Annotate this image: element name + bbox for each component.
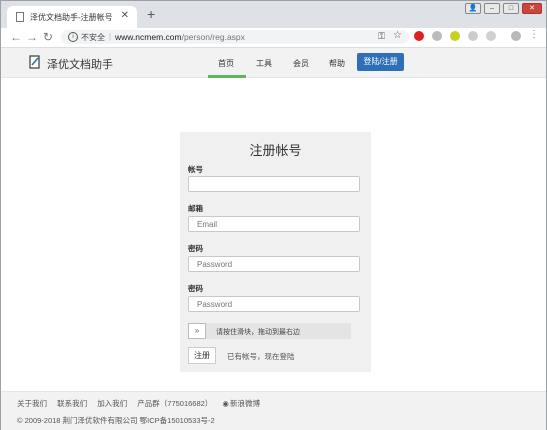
login-link[interactable]: 已有帐号，现在登陆 [227,351,295,362]
tab-title: 泽优文档助手-注册帐号 [30,13,113,22]
close-tab-icon[interactable]: ✕ [121,10,129,21]
account-label: 帐号 [188,165,203,174]
shield-extension-icon[interactable] [432,31,442,41]
register-panel: 注册帐号 帐号 邮箱 密码 密码 » 请按住滑块，拖动到最右边 注册 已有帐号，… [180,132,371,372]
back-icon[interactable]: ← [10,30,22,44]
key-icon[interactable]: ⚿ [378,31,385,42]
close-window-icon[interactable]: ✕ [522,3,542,14]
footer-link-contact[interactable]: 联系我们 [57,399,87,408]
browser-tab[interactable]: 泽优文档助手-注册帐号 ✕ [7,6,137,28]
info-icon[interactable]: i [68,32,78,42]
address-bar[interactable]: i 不安全 | www.ncmem.com/person/reg.aspx ⚿ … [61,30,409,44]
slider-hint: 请按住滑块，拖动到最右边 [216,329,300,336]
security-label: 不安全 [81,33,105,42]
copyright-text: © 2009-2018 荆门泽优软件有限公司 鄂ICP备15010533号-2 [17,416,215,425]
browser-toolbar: ← → ↻ i 不安全 | www.ncmem.com/person/reg.a… [1,28,546,48]
register-button[interactable]: 注册 [188,347,216,364]
reload-icon[interactable]: ↻ [43,30,53,44]
browser-window: 泽优文档助手-注册帐号 ✕ + 👤 – □ ✕ ← → ↻ i 不安全 | ww… [0,0,547,430]
logo-text[interactable]: 泽优文档助手 [47,56,113,72]
page-favicon-icon [16,12,24,22]
account-field[interactable] [188,176,360,192]
nav-active-indicator [208,75,246,78]
bookmark-star-icon[interactable]: ☆ [393,30,402,41]
weibo-icon: ◉ [222,399,229,408]
nav-home[interactable]: 首页 [218,58,234,69]
menu-dots-icon[interactable]: ⋮ [529,29,539,40]
green-extension-icon[interactable] [450,31,460,41]
url-host: www.ncmem.com [115,32,182,42]
new-tab-button[interactable]: + [147,6,155,22]
footer-link-group[interactable]: 产品群（775016682） [137,399,212,408]
nav-members[interactable]: 会员 [293,58,309,69]
footer-link-weibo[interactable]: 新浪微博 [230,399,260,408]
address-separator: | [109,32,112,41]
password-field[interactable] [188,256,360,272]
footer-link-join[interactable]: 加入我们 [97,399,127,408]
window-controls: 👤 – □ ✕ [465,3,542,14]
nav-tools[interactable]: 工具 [256,58,272,69]
login-register-button[interactable]: 登陆/注册 [357,53,404,71]
site-footer: 关于我们 联系我们 加入我们 产品群（775016682） ◉新浪微博 © 20… [1,391,546,430]
tab-strip: 泽优文档助手-注册帐号 ✕ + 👤 – □ ✕ [1,1,546,28]
footer-link-about[interactable]: 关于我们 [17,399,47,408]
email-field[interactable] [188,216,360,232]
confirm-password-label: 密码 [188,284,203,293]
opera-extension-icon[interactable] [414,31,424,41]
site-header: 泽优文档助手 首页 工具 会员 帮助 登陆/注册 [1,48,546,78]
logo-icon [29,55,40,69]
minimize-icon[interactable]: – [484,3,500,14]
grid-extension-icon[interactable] [486,31,496,41]
forward-icon[interactable]: → [26,30,38,44]
puzzle-extension-icon[interactable] [468,31,478,41]
confirm-password-field[interactable] [188,296,360,312]
password-label: 密码 [188,244,203,253]
profile-icon[interactable]: 👤 [465,3,481,14]
slider-handle[interactable]: » [188,323,206,339]
footer-links: 关于我们 联系我们 加入我们 产品群（775016682） ◉新浪微博 [17,398,268,409]
email-label: 邮箱 [188,204,203,213]
account-avatar-icon[interactable] [511,31,521,41]
register-title: 注册帐号 [249,143,302,158]
nav-help[interactable]: 帮助 [329,58,345,69]
url-text[interactable]: www.ncmem.com/person/reg.aspx [115,32,245,42]
maximize-icon[interactable]: □ [503,3,519,14]
captcha-slider[interactable]: » 请按住滑块，拖动到最右边 [188,323,351,339]
url-path: /person/reg.aspx [181,32,245,42]
